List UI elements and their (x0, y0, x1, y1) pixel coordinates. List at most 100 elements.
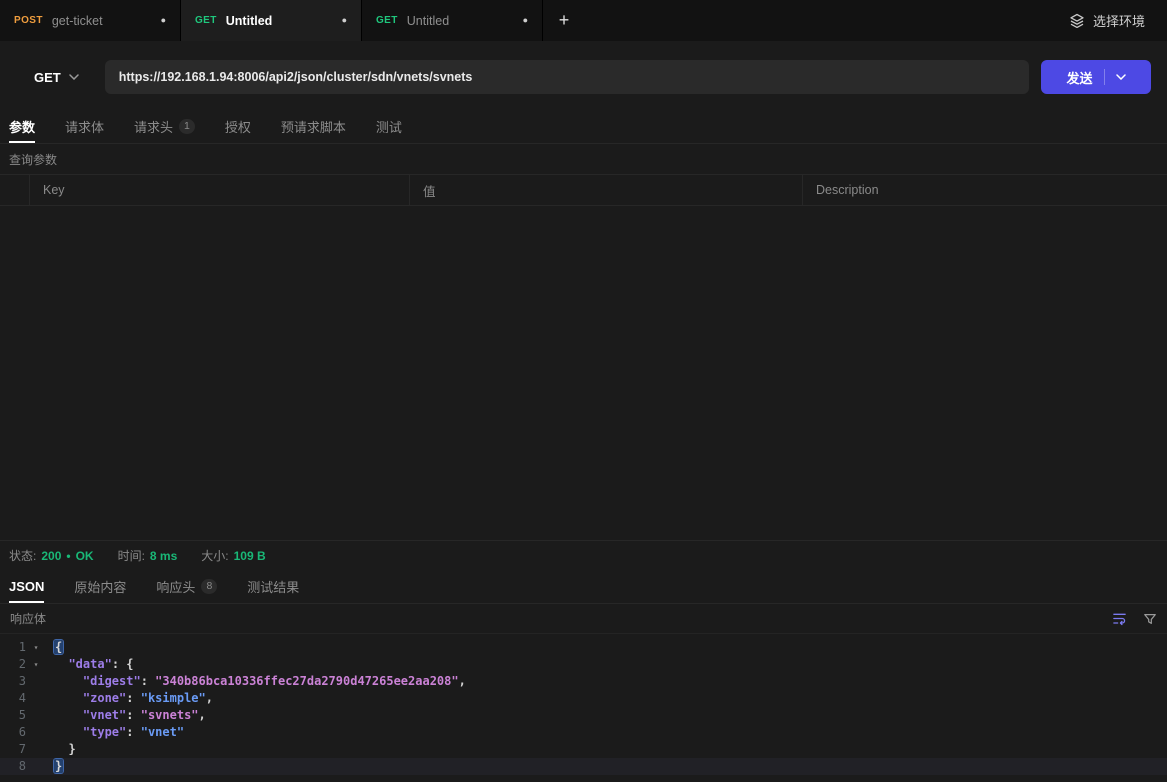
line-number: 8 (0, 758, 26, 775)
tab-label: 响应头 (156, 577, 195, 596)
send-label: 发送 (1066, 68, 1092, 87)
request-tab-headers[interactable]: 请求头 1 (134, 110, 195, 143)
code-line: 2▾ "data": { (0, 656, 1167, 673)
editor-tab-untitled-2[interactable]: GET Untitled ● (362, 0, 543, 41)
filter-funnel-icon (1143, 612, 1157, 626)
environment-selector[interactable]: 选择环境 (1047, 0, 1167, 41)
tab-label: JSON (9, 579, 44, 594)
request-tab-tests[interactable]: 测试 (376, 110, 402, 143)
request-tab-auth[interactable]: 授权 (225, 110, 251, 143)
method-label-post: POST (14, 15, 43, 26)
request-panel-empty-area (0, 206, 1167, 540)
word-wrap-toggle[interactable] (1112, 611, 1127, 626)
word-wrap-icon (1112, 611, 1127, 626)
editor-tab-get-ticket[interactable]: POST get-ticket ● (0, 0, 181, 41)
line-number: 5 (0, 707, 26, 724)
method-label-get: GET (376, 15, 398, 26)
status-bullet: • (66, 549, 70, 563)
filter-button[interactable] (1143, 612, 1157, 626)
request-tab-prerequest-script[interactable]: 预请求脚本 (281, 110, 346, 143)
url-input[interactable] (105, 60, 1029, 94)
send-options-chevron-icon[interactable] (1116, 74, 1126, 80)
time-value: 8 ms (150, 549, 177, 563)
json-response-viewer[interactable]: 1▾{2▾ "data": {3 "digest": "340b86bca103… (0, 634, 1167, 782)
response-tab-headers[interactable]: 响应头 8 (156, 570, 217, 603)
unsaved-dot-icon: ● (523, 16, 528, 25)
column-header-value: 值 (410, 175, 803, 205)
response-body-toolbar: 响应体 (0, 604, 1167, 634)
size-value: 109 B (234, 549, 266, 563)
request-tab-params[interactable]: 参数 (9, 110, 35, 143)
unsaved-dot-icon: ● (342, 16, 347, 25)
api-client-window: POST get-ticket ● GET Untitled ● GET Unt… (0, 0, 1167, 782)
response-tab-json[interactable]: JSON (9, 570, 44, 603)
layers-icon (1069, 13, 1085, 29)
tab-label: 请求体 (65, 117, 104, 136)
status-label: 状态: (9, 547, 36, 564)
tab-label: 授权 (225, 117, 251, 136)
send-button-divider (1104, 69, 1105, 85)
line-number: 2 (0, 656, 26, 673)
environment-label: 选择环境 (1093, 11, 1145, 30)
response-headers-count-badge: 8 (201, 579, 217, 594)
params-table-header: Key 值 Description (0, 174, 1167, 206)
tab-label: 请求头 (134, 117, 173, 136)
column-header-key: Key (30, 175, 410, 205)
code-line-content: "data": { (46, 656, 134, 673)
response-status-bar: 状态: 200 • OK 时间: 8 ms 大小: 109 B (0, 540, 1167, 570)
editor-tab-untitled-1[interactable]: GET Untitled ● (181, 0, 362, 41)
code-line: 3 "digest": "340b86bca10336ffec27da2790d… (0, 673, 1167, 690)
code-line-content: "vnet": "svnets", (46, 707, 206, 724)
tab-label: 原始内容 (74, 577, 126, 596)
checkbox-column[interactable] (0, 175, 30, 205)
fold-gutter-spacer (26, 673, 46, 690)
code-line: 6 "type": "vnet" (0, 724, 1167, 741)
headers-count-badge: 1 (179, 119, 195, 134)
code-line-content: } (46, 758, 63, 775)
editor-tab-title: Untitled (226, 14, 333, 28)
editor-tab-title: get-ticket (52, 14, 152, 28)
line-number: 7 (0, 741, 26, 758)
code-line: 5 "vnet": "svnets", (0, 707, 1167, 724)
tab-label: 测试 (376, 117, 402, 136)
code-line-content: { (46, 639, 63, 656)
fold-toggle-icon[interactable]: ▾ (26, 656, 46, 673)
query-params-section-label: 查询参数 (0, 144, 1167, 174)
line-number: 3 (0, 673, 26, 690)
editor-tab-title: Untitled (407, 14, 514, 28)
send-button[interactable]: 发送 (1041, 60, 1151, 94)
request-bar: GET 发送 (0, 41, 1167, 110)
method-value: GET (34, 70, 61, 85)
fold-gutter-spacer (26, 690, 46, 707)
chevron-down-icon (69, 74, 79, 80)
code-line: 7 } (0, 741, 1167, 758)
code-line-content: } (46, 741, 76, 758)
column-header-description: Description (803, 175, 1167, 205)
new-tab-button[interactable]: + (543, 0, 585, 41)
method-label-get: GET (195, 15, 217, 26)
fold-toggle-icon[interactable]: ▾ (26, 639, 46, 656)
code-line: 4 "zone": "ksimple", (0, 690, 1167, 707)
method-select[interactable]: GET (16, 70, 105, 85)
code-line-content: "digest": "340b86bca10336ffec27da2790d47… (46, 673, 466, 690)
line-number: 4 (0, 690, 26, 707)
request-tabstrip: 参数 请求体 请求头 1 授权 预请求脚本 测试 (0, 110, 1167, 144)
request-tab-body[interactable]: 请求体 (65, 110, 104, 143)
code-line: 1▾{ (0, 639, 1167, 656)
fold-gutter-spacer (26, 724, 46, 741)
tab-label: 参数 (9, 117, 35, 136)
time-label: 时间: (118, 547, 145, 564)
code-line: 8} (0, 758, 1167, 775)
tab-label: 测试结果 (247, 577, 299, 596)
size-label: 大小: (201, 547, 228, 564)
response-tabstrip: JSON 原始内容 响应头 8 测试结果 (0, 570, 1167, 604)
fold-gutter-spacer (26, 758, 46, 775)
line-number: 1 (0, 639, 26, 656)
response-body-label: 响应体 (10, 610, 46, 627)
response-tab-raw[interactable]: 原始内容 (74, 570, 126, 603)
response-tab-test-results[interactable]: 测试结果 (247, 570, 299, 603)
editor-tabbar: POST get-ticket ● GET Untitled ● GET Unt… (0, 0, 1167, 41)
code-line-content: "zone": "ksimple", (46, 690, 213, 707)
code-line-content: "type": "vnet" (46, 724, 184, 741)
fold-gutter-spacer (26, 707, 46, 724)
